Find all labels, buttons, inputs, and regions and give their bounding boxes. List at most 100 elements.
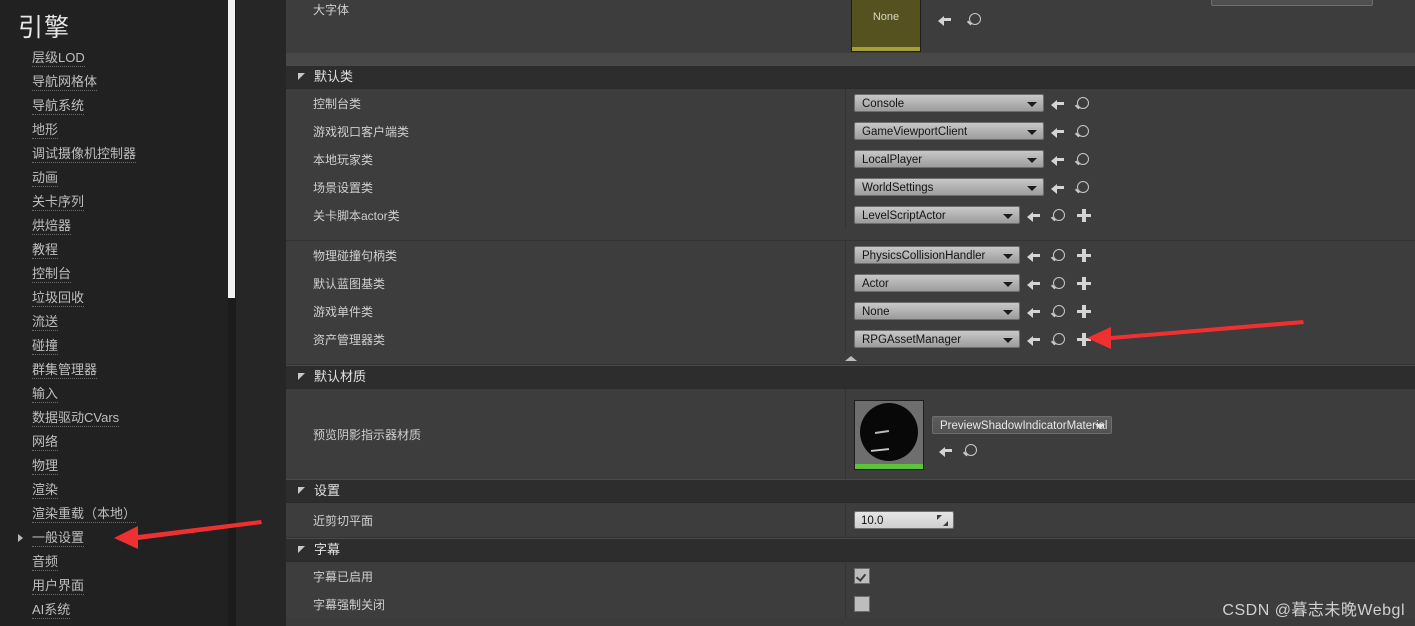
font-reset-button[interactable] bbox=[934, 8, 956, 30]
reset-arrow-icon bbox=[1027, 306, 1040, 318]
reset-to-default-button[interactable] bbox=[1023, 328, 1045, 350]
reset-to-default-button[interactable] bbox=[1047, 92, 1069, 114]
reset-to-default-button[interactable] bbox=[1023, 244, 1045, 266]
browse-asset-button[interactable] bbox=[1048, 272, 1070, 294]
collapse-strip-top[interactable] bbox=[286, 53, 1415, 65]
chevron-right-icon[interactable] bbox=[18, 534, 23, 542]
sidebar-item-11[interactable]: 流送 bbox=[0, 310, 228, 334]
sidebar-item-14[interactable]: 输入 bbox=[0, 382, 228, 406]
add-button[interactable] bbox=[1073, 244, 1095, 266]
sidebar-item-18[interactable]: 渲染 bbox=[0, 478, 228, 502]
section-title: 默认材质 bbox=[314, 369, 367, 384]
sidebar-item-1[interactable]: 导航网格体 bbox=[0, 70, 228, 94]
sidebar-item-7[interactable]: 烘焙器 bbox=[0, 214, 228, 238]
sidebar-item-10[interactable]: 垃圾回收 bbox=[0, 286, 228, 310]
class-combo-box[interactable]: GameViewportClient bbox=[854, 122, 1044, 140]
sidebar-item-19[interactable]: 渲染重载（本地） bbox=[0, 502, 228, 526]
subtitles-forced-off-checkbox[interactable] bbox=[854, 596, 870, 612]
font-browse-button[interactable] bbox=[964, 8, 986, 30]
sidebar-item-21[interactable]: 音频 bbox=[0, 550, 228, 574]
subtitles-enabled-checkbox[interactable] bbox=[854, 568, 870, 584]
collapse-strip-default-classes[interactable] bbox=[286, 353, 1415, 365]
class-combo-box[interactable]: LevelScriptActor bbox=[854, 206, 1020, 224]
property-row-big-font: 大字体 None bbox=[286, 0, 1415, 53]
near-clip-plane-input[interactable]: 10.0 bbox=[854, 511, 954, 529]
sidebar-item-label: 网络 bbox=[32, 434, 59, 451]
sidebar-item-13[interactable]: 群集管理器 bbox=[0, 358, 228, 382]
section-header-default-materials[interactable]: 默认材质 bbox=[286, 365, 1415, 389]
class-combo-box[interactable]: Actor bbox=[854, 274, 1020, 292]
sidebar-item-15[interactable]: 数据驱动CVars bbox=[0, 406, 228, 430]
reset-arrow-icon bbox=[1027, 250, 1040, 262]
property-value: PhysicsCollisionHandler bbox=[845, 241, 1415, 269]
property-value: Console bbox=[845, 89, 1415, 117]
section-title: 设置 bbox=[314, 483, 341, 498]
sidebar-item-8[interactable]: 教程 bbox=[0, 238, 228, 262]
sidebar-item-5[interactable]: 动画 bbox=[0, 166, 228, 190]
browse-asset-button[interactable] bbox=[1048, 328, 1070, 350]
sidebar-item-22[interactable]: 用户界面 bbox=[0, 574, 228, 598]
reset-to-default-button[interactable] bbox=[1023, 272, 1045, 294]
browse-asset-button[interactable] bbox=[1072, 176, 1094, 198]
property-row-gameviewportclient: 游戏视口客户端类 GameViewportClient bbox=[286, 117, 1415, 145]
sidebar-item-label: 教程 bbox=[32, 242, 59, 259]
class-combo-box[interactable]: LocalPlayer bbox=[854, 150, 1044, 168]
reset-to-default-button[interactable] bbox=[1047, 120, 1069, 142]
sidebar-item-label: 导航系统 bbox=[32, 98, 85, 115]
browse-asset-button[interactable] bbox=[1048, 244, 1070, 266]
magnifier-icon bbox=[1053, 277, 1065, 289]
reset-to-default-button[interactable] bbox=[1047, 176, 1069, 198]
browse-asset-button[interactable] bbox=[1072, 92, 1094, 114]
sidebar-item-17[interactable]: 物理 bbox=[0, 454, 228, 478]
property-value: None bbox=[845, 297, 1415, 325]
browse-asset-button[interactable] bbox=[1072, 148, 1094, 170]
reset-to-default-button[interactable] bbox=[1047, 148, 1069, 170]
sidebar-item-3[interactable]: 地形 bbox=[0, 118, 228, 142]
reset-arrow-icon bbox=[1051, 182, 1064, 194]
preview-shadow-material-combo-box[interactable]: PreviewShadowIndicatorMaterial bbox=[932, 416, 1112, 434]
add-button[interactable] bbox=[1073, 300, 1095, 322]
chevron-down-icon bbox=[1003, 254, 1013, 259]
class-combo-box[interactable]: None bbox=[854, 302, 1020, 320]
browse-asset-button[interactable] bbox=[1072, 120, 1094, 142]
font-thumbnail[interactable]: None bbox=[851, 0, 921, 52]
class-combo-box[interactable]: Console bbox=[854, 94, 1044, 112]
sidebar-item-6[interactable]: 关卡序列 bbox=[0, 190, 228, 214]
class-combo-box[interactable]: PhysicsCollisionHandler bbox=[854, 246, 1020, 264]
sidebar-item-label: 一般设置 bbox=[32, 530, 85, 547]
class-combo-value: LocalPlayer bbox=[862, 154, 923, 166]
material-thumbnail[interactable] bbox=[854, 400, 924, 470]
browse-asset-button[interactable] bbox=[1048, 300, 1070, 322]
spinner-icon[interactable] bbox=[937, 515, 948, 526]
class-combo-box[interactable]: WorldSettings bbox=[854, 178, 1044, 196]
sidebar-item-4[interactable]: 调试摄像机控制器 bbox=[0, 142, 228, 166]
font-asset-combo-box[interactable] bbox=[1211, 0, 1373, 6]
sidebar-item-9[interactable]: 控制台 bbox=[0, 262, 228, 286]
sidebar-item-16[interactable]: 网络 bbox=[0, 430, 228, 454]
chevron-down-icon bbox=[1027, 158, 1037, 163]
reset-arrow-icon bbox=[1051, 154, 1064, 166]
sidebar-scrollbar-thumb[interactable] bbox=[228, 0, 235, 298]
section-header-default-classes[interactable]: 默认类 bbox=[286, 65, 1415, 89]
reset-to-default-button[interactable] bbox=[1023, 300, 1045, 322]
reset-arrow-icon bbox=[939, 445, 952, 457]
sidebar-item-23[interactable]: AI系统 bbox=[0, 598, 228, 622]
section-header-subtitles[interactable]: 字幕 bbox=[286, 538, 1415, 562]
sidebar-item-label: 导航网格体 bbox=[32, 74, 98, 91]
add-button[interactable] bbox=[1073, 204, 1095, 226]
sidebar-item-2[interactable]: 导航系统 bbox=[0, 94, 228, 118]
class-combo-box[interactable]: RPGAssetManager bbox=[854, 330, 1020, 348]
preview-shadow-material-browse-button[interactable] bbox=[960, 439, 982, 461]
browse-asset-button[interactable] bbox=[1048, 204, 1070, 226]
property-row-localplayer: 本地玩家类 LocalPlayer bbox=[286, 145, 1415, 173]
preview-shadow-material-reset-button[interactable] bbox=[935, 439, 957, 461]
chevron-down-icon bbox=[1003, 338, 1013, 343]
sidebar-title: 引擎 bbox=[18, 14, 71, 42]
sidebar-item-0[interactable]: 层级LOD bbox=[0, 46, 228, 70]
sidebar-item-20[interactable]: 一般设置 bbox=[0, 526, 228, 550]
sidebar-item-12[interactable]: 碰撞 bbox=[0, 334, 228, 358]
add-button[interactable] bbox=[1073, 328, 1095, 350]
section-header-settings[interactable]: 设置 bbox=[286, 479, 1415, 503]
add-button[interactable] bbox=[1073, 272, 1095, 294]
reset-to-default-button[interactable] bbox=[1023, 204, 1045, 226]
